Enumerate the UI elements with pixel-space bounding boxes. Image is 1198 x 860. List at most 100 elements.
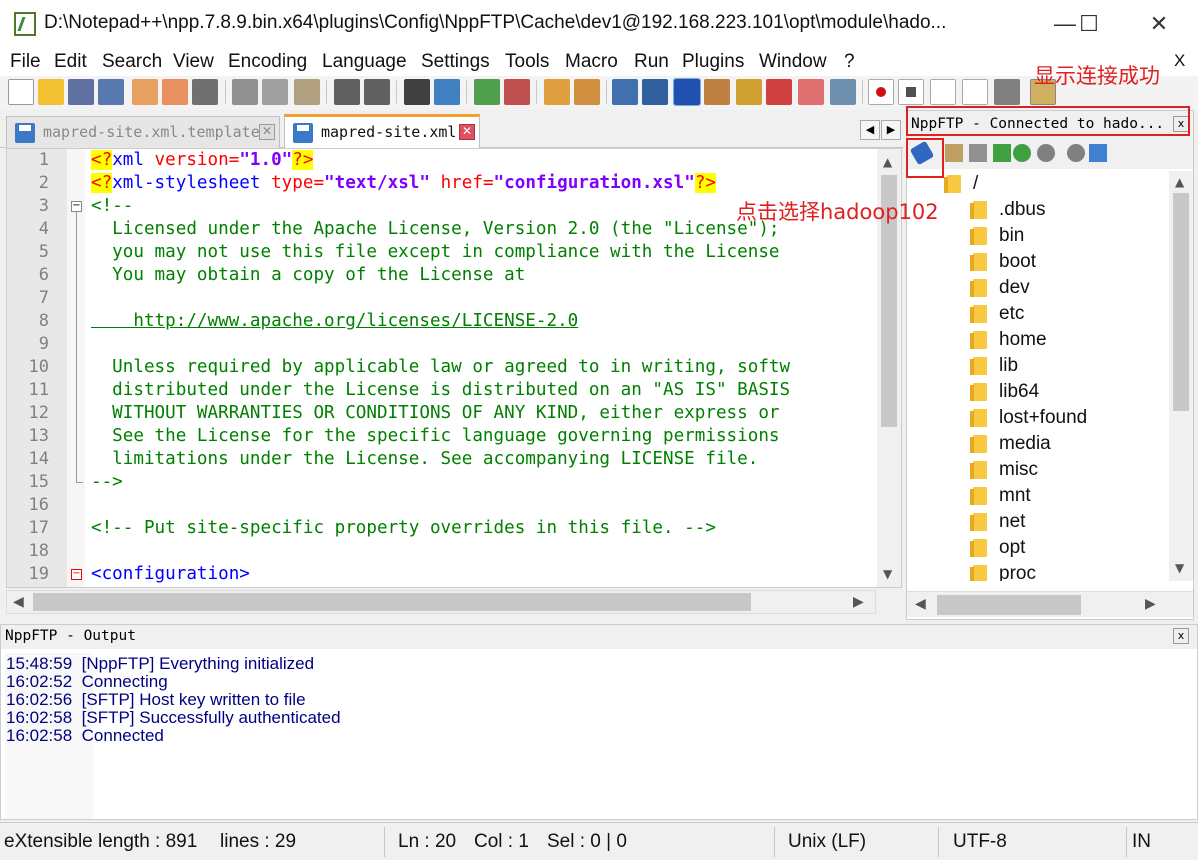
tree-item[interactable]: etc	[970, 301, 1024, 327]
stop-macro-icon[interactable]	[898, 79, 924, 105]
menu-edit[interactable]: Edit	[54, 51, 87, 73]
tree-item[interactable]: .dbus	[970, 197, 1045, 223]
indent-guide-icon[interactable]	[673, 78, 701, 106]
saved-disk-icon	[293, 123, 313, 143]
menu-view[interactable]: View	[173, 51, 214, 73]
tree-item[interactable]: mnt	[970, 483, 1031, 509]
run-macro-multiple-icon[interactable]	[962, 79, 988, 105]
tab-mapred-site[interactable]: mapred-site.xml ✕	[284, 114, 480, 148]
save-macro-icon[interactable]	[994, 79, 1020, 105]
menu-search[interactable]: Search	[102, 51, 162, 73]
tree-item[interactable]: lib	[970, 353, 1018, 379]
folder-workspace-icon[interactable]	[798, 79, 824, 105]
save-icon[interactable]	[68, 79, 94, 105]
find-icon[interactable]	[404, 79, 430, 105]
menu-file[interactable]: File	[10, 51, 41, 73]
open-file-icon[interactable]	[38, 79, 64, 105]
tree-item[interactable]: misc	[970, 457, 1038, 483]
download-icon[interactable]	[969, 144, 987, 162]
tab-mapred-site-template[interactable]: mapred-site.xml.template ✕	[6, 116, 280, 148]
menu-bar: File Edit Search View Encoding Language …	[0, 48, 1198, 76]
print-icon[interactable]	[192, 79, 218, 105]
menu-run[interactable]: Run	[634, 51, 669, 73]
monitoring-eye-icon[interactable]	[830, 79, 856, 105]
tab-scroll-right-icon[interactable]: ▶	[881, 120, 901, 140]
sync-horizontal-icon[interactable]	[574, 79, 600, 105]
save-all-icon[interactable]	[98, 79, 124, 105]
scroll-thumb[interactable]	[33, 593, 751, 611]
status-encoding[interactable]: UTF-8	[953, 831, 1007, 853]
status-insert-mode[interactable]: IN	[1132, 831, 1151, 853]
editor-horizontal-scrollbar[interactable]: ◀ ▶	[6, 590, 876, 614]
zoom-in-icon[interactable]	[474, 79, 500, 105]
show-all-chars-icon[interactable]	[642, 79, 668, 105]
menu-settings[interactable]: Settings	[421, 51, 490, 73]
scroll-down-icon[interactable]: ▼	[883, 567, 892, 581]
menu-tools[interactable]: Tools	[505, 51, 549, 73]
settings-gear-icon[interactable]	[1067, 144, 1085, 162]
close-all-icon[interactable]	[162, 79, 188, 105]
sync-vertical-icon[interactable]	[544, 79, 570, 105]
tree-item[interactable]: net	[970, 509, 1025, 535]
tree-horizontal-scrollbar[interactable]: ◀ ▶	[907, 591, 1193, 617]
status-eol[interactable]: Unix (LF)	[788, 831, 866, 853]
record-macro-icon[interactable]	[868, 79, 894, 105]
undo-icon[interactable]	[334, 79, 360, 105]
refresh-icon[interactable]	[1013, 144, 1031, 162]
menu-plugins[interactable]: Plugins	[682, 51, 744, 73]
scroll-up-icon[interactable]: ▲	[883, 155, 892, 169]
scroll-left-icon[interactable]: ◀	[13, 594, 24, 610]
play-macro-icon[interactable]	[930, 79, 956, 105]
nppftp-toolbar	[907, 137, 1193, 169]
fold-toggle-icon[interactable]: −	[71, 569, 82, 580]
tree-item-root[interactable]: /	[944, 171, 978, 197]
scroll-thumb[interactable]	[1173, 193, 1189, 411]
copy-icon[interactable]	[262, 79, 288, 105]
scroll-up-icon[interactable]: ▲	[1175, 175, 1184, 189]
scroll-thumb[interactable]	[937, 595, 1081, 615]
scroll-right-icon[interactable]: ▶	[853, 594, 864, 610]
menu-macro[interactable]: Macro	[565, 51, 618, 73]
menu-language[interactable]: Language	[322, 51, 407, 73]
tree-item[interactable]: lib64	[970, 379, 1039, 405]
upload-icon[interactable]	[993, 144, 1011, 162]
message-window-icon[interactable]	[1089, 144, 1107, 162]
tree-item[interactable]: boot	[970, 249, 1036, 275]
zoom-out-icon[interactable]	[504, 79, 530, 105]
cut-icon[interactable]	[232, 79, 258, 105]
document-map-icon[interactable]	[736, 79, 762, 105]
menu-help[interactable]: ?	[844, 51, 855, 73]
function-list-icon[interactable]	[766, 79, 792, 105]
tree-item[interactable]: proc	[970, 561, 1036, 581]
tree-item[interactable]: media	[970, 431, 1051, 457]
tab-close-icon[interactable]: ✕	[459, 124, 475, 140]
tree-item[interactable]: dev	[970, 275, 1030, 301]
tab-scroll-left-icon[interactable]: ◀	[860, 120, 880, 140]
code-line-url[interactable]: http://www.apache.org/licenses/LICENSE-2…	[91, 310, 578, 333]
menu-encoding[interactable]: Encoding	[228, 51, 307, 73]
output-close-icon[interactable]: x	[1173, 628, 1189, 644]
redo-icon[interactable]	[364, 79, 390, 105]
replace-icon[interactable]	[434, 79, 460, 105]
new-file-icon[interactable]	[8, 79, 34, 105]
scroll-down-icon[interactable]: ▼	[1175, 561, 1184, 575]
menu-close-doc[interactable]: X	[1174, 51, 1185, 71]
tree-item[interactable]: lost+found	[970, 405, 1087, 431]
abort-icon[interactable]	[1037, 144, 1055, 162]
tab-close-icon[interactable]: ✕	[259, 124, 275, 140]
paste-icon[interactable]	[294, 79, 320, 105]
tree-vertical-scrollbar[interactable]: ▲ ▼	[1169, 171, 1193, 581]
scroll-right-icon[interactable]: ▶	[1145, 596, 1156, 612]
menu-window[interactable]: Window	[759, 51, 827, 73]
tree-item[interactable]: bin	[970, 223, 1024, 249]
tree-item[interactable]: home	[970, 327, 1047, 353]
tree-item[interactable]: opt	[970, 535, 1025, 561]
close-file-icon[interactable]	[132, 79, 158, 105]
maximize-button[interactable]: ☐	[1066, 6, 1112, 42]
close-button[interactable]: ✕	[1136, 6, 1182, 42]
user-language-icon[interactable]	[704, 79, 730, 105]
fold-toggle-icon[interactable]: −	[71, 201, 82, 212]
disconnect-icon[interactable]	[945, 144, 963, 162]
word-wrap-icon[interactable]	[612, 79, 638, 105]
scroll-left-icon[interactable]: ◀	[915, 596, 926, 612]
